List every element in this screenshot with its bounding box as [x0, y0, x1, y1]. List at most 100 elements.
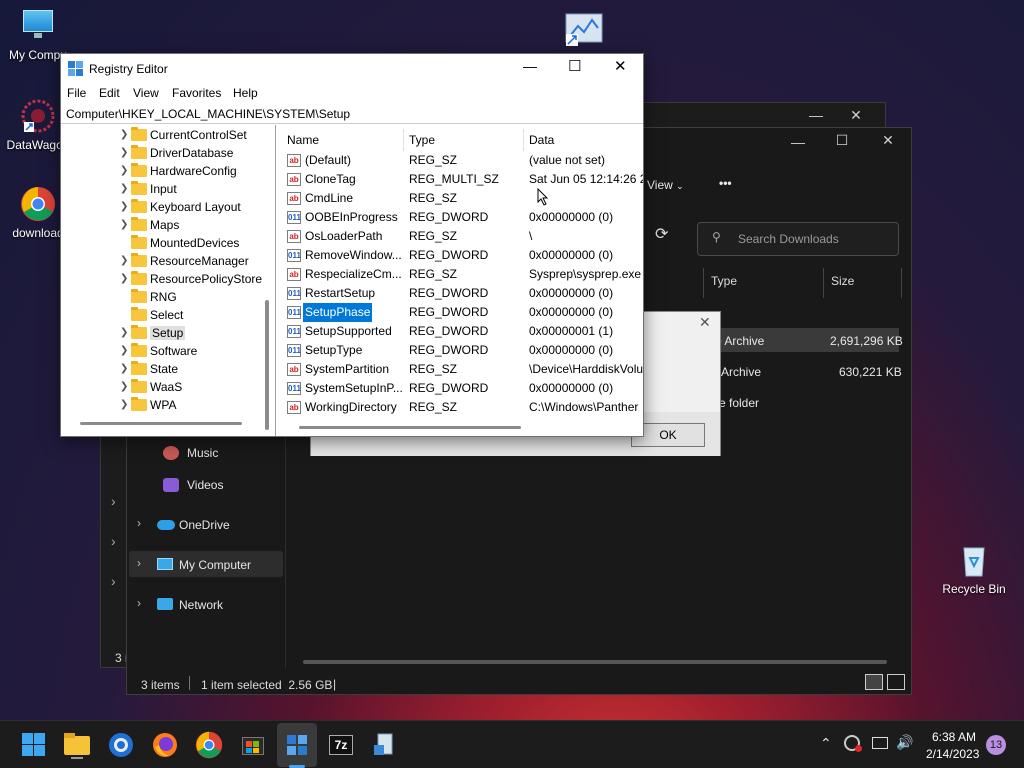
chevron-right-icon[interactable]: ›: [111, 573, 116, 589]
desktop-icon-recycle-bin[interactable]: Recycle Bin: [936, 542, 1012, 596]
chevron-right-icon[interactable]: ❯: [120, 252, 130, 270]
chevron-right-icon[interactable]: ❯: [120, 144, 130, 162]
tiles-view-icon[interactable]: [887, 674, 905, 690]
value-row[interactable]: ab SystemPartition REG_SZ \Device\HarddiskV…: [281, 360, 643, 379]
minimize-button[interactable]: —: [801, 107, 831, 123]
tree-item-selected[interactable]: ❯ Setup: [120, 324, 186, 342]
value-row[interactable]: ab RespecializeCm... REG_SZ Sysprep\sysprep…: [281, 265, 643, 284]
more-options-button[interactable]: •••: [719, 176, 732, 190]
chevron-right-icon[interactable]: ❯: [120, 324, 130, 342]
column-header-size[interactable]: Size: [831, 274, 854, 288]
value-row[interactable]: 011 OOBEInProgress REG_DWORD 0x00000000 (0): [281, 208, 643, 227]
nav-item-network[interactable]: Network: [179, 598, 223, 612]
tree-item[interactable]: ❯ DriverDatabase: [120, 144, 233, 162]
menu-edit[interactable]: Edit: [99, 86, 120, 100]
chrome-icon[interactable]: [195, 731, 223, 759]
store-icon[interactable]: [239, 731, 267, 759]
chevron-right-icon[interactable]: ❯: [120, 180, 130, 198]
chevron-right-icon[interactable]: ›: [111, 493, 116, 509]
value-row[interactable]: ab CloneTag REG_MULTI_SZ Sat Jun 05 12:14:2…: [281, 170, 643, 189]
installer-icon[interactable]: [370, 731, 398, 759]
minimize-button[interactable]: —: [523, 58, 537, 74]
chevron-right-icon[interactable]: ❯: [120, 342, 130, 360]
tree-item[interactable]: ❯ Keyboard Layout: [120, 198, 241, 216]
menu-file[interactable]: File: [67, 86, 86, 100]
tree-item[interactable]: ❯ State: [120, 360, 178, 378]
tree-item[interactable]: ❯ ResourceManager: [120, 252, 249, 270]
regedit-icon[interactable]: [283, 731, 311, 759]
nav-item-videos[interactable]: Videos: [187, 478, 223, 492]
chevron-up-icon[interactable]: ⌃: [820, 735, 832, 752]
clock-date[interactable]: 2/14/2023: [926, 747, 979, 761]
tree-item[interactable]: ❯ WPA: [120, 396, 176, 414]
value-row[interactable]: ab WorkingDirectory REG_SZ C:\Windows\Panth…: [281, 398, 643, 417]
value-row[interactable]: 011 RestartSetup REG_DWORD 0x00000000 (0): [281, 284, 643, 303]
value-row[interactable]: 011 SetupSupported REG_DWORD 0x00000001 (1): [281, 322, 643, 341]
value-row[interactable]: 011 SystemSetupInP... REG_DWORD 0x00000000 …: [281, 379, 643, 398]
file-explorer-icon[interactable]: [63, 731, 91, 759]
column-header-type[interactable]: Type: [711, 274, 737, 288]
clock-time[interactable]: 6:38 AM: [932, 730, 976, 744]
maximize-button[interactable]: ☐: [568, 57, 581, 75]
nav-item-my-computer[interactable]: My Computer: [179, 558, 251, 572]
tree-item[interactable]: ❯ WaaS: [120, 378, 182, 396]
chevron-right-icon[interactable]: ❯: [120, 216, 130, 234]
tree-item[interactable]: MountedDevices: [120, 234, 239, 252]
chevron-right-icon[interactable]: ›: [137, 516, 141, 530]
horizontal-scrollbar[interactable]: [303, 660, 887, 664]
value-row[interactable]: ab CmdLine REG_SZ: [281, 189, 643, 208]
close-button[interactable]: ✕: [614, 57, 627, 75]
details-view-icon[interactable]: [865, 674, 883, 690]
volume-icon[interactable]: 🔊: [896, 734, 913, 751]
close-button[interactable]: ✕: [873, 132, 903, 149]
chevron-right-icon[interactable]: ❯: [120, 270, 130, 288]
search-input[interactable]: ⚲ Search Downloads: [697, 222, 899, 256]
chevron-right-icon[interactable]: ❯: [120, 396, 130, 414]
tree-item[interactable]: ❯ HardwareConfig: [120, 162, 237, 180]
value-row[interactable]: ab (Default) REG_SZ (value not set): [281, 151, 643, 170]
value-row[interactable]: ab OsLoaderPath REG_SZ \: [281, 227, 643, 246]
value-row[interactable]: 011 RemoveWindow... REG_DWORD 0x00000000 (0…: [281, 246, 643, 265]
list-horizontal-scrollbar[interactable]: [299, 426, 521, 429]
menu-help[interactable]: Help: [233, 86, 258, 100]
close-icon[interactable]: ✕: [699, 314, 711, 331]
registry-editor-window[interactable]: Registry Editor — ☐ ✕ File Edit View Fav…: [60, 53, 644, 437]
tree-item[interactable]: Select: [120, 306, 183, 324]
title-bar[interactable]: Registry Editor — ☐ ✕: [61, 54, 643, 84]
tree-item[interactable]: ❯ CurrentControlSet: [120, 126, 247, 144]
chevron-right-icon[interactable]: ›: [137, 556, 141, 570]
network-icon[interactable]: [872, 737, 888, 749]
desktop-shortcut-icon[interactable]: [564, 12, 604, 48]
start-button[interactable]: [20, 731, 48, 759]
tree-item[interactable]: RNG: [120, 288, 177, 306]
7zip-icon[interactable]: 7z: [327, 731, 355, 759]
chevron-right-icon[interactable]: ❯: [120, 162, 130, 180]
refresh-icon[interactable]: ⟳: [655, 224, 677, 246]
notification-badge[interactable]: 13: [986, 735, 1006, 755]
tree-item[interactable]: ❯ Input: [120, 180, 177, 198]
tree-item[interactable]: ❯ Maps: [120, 216, 179, 234]
maximize-button[interactable]: ☐: [827, 132, 857, 149]
chevron-right-icon[interactable]: ❯: [120, 360, 130, 378]
view-menu-button[interactable]: View ⌄: [647, 178, 684, 192]
chevron-right-icon[interactable]: ❯: [120, 126, 130, 144]
nav-item-music[interactable]: Music: [187, 446, 218, 460]
chevron-right-icon[interactable]: ›: [111, 533, 116, 549]
minimize-button[interactable]: —: [783, 134, 813, 150]
chevron-right-icon[interactable]: ❯: [120, 198, 130, 216]
firefox-icon[interactable]: [151, 731, 179, 759]
close-icon[interactable]: ✕: [841, 107, 871, 124]
address-bar[interactable]: Computer\HKEY_LOCAL_MACHINE\SYSTEM\Setup: [61, 105, 643, 124]
tree-item[interactable]: ❯ Software: [120, 342, 197, 360]
chevron-right-icon[interactable]: ›: [137, 596, 141, 610]
chevron-right-icon[interactable]: ❯: [120, 378, 130, 396]
tree-item[interactable]: ❯ ResourcePolicyStore: [120, 270, 262, 288]
tree-horizontal-scrollbar[interactable]: [80, 422, 242, 425]
value-row[interactable]: 011 SetupType REG_DWORD 0x00000000 (0): [281, 341, 643, 360]
menu-view[interactable]: View: [133, 86, 159, 100]
column-header-data[interactable]: Data: [529, 133, 554, 147]
tree-vertical-scrollbar[interactable]: [265, 300, 269, 430]
column-header-name[interactable]: Name: [287, 133, 319, 147]
nav-item-onedrive[interactable]: OneDrive: [179, 518, 230, 532]
column-header-type[interactable]: Type: [409, 133, 435, 147]
